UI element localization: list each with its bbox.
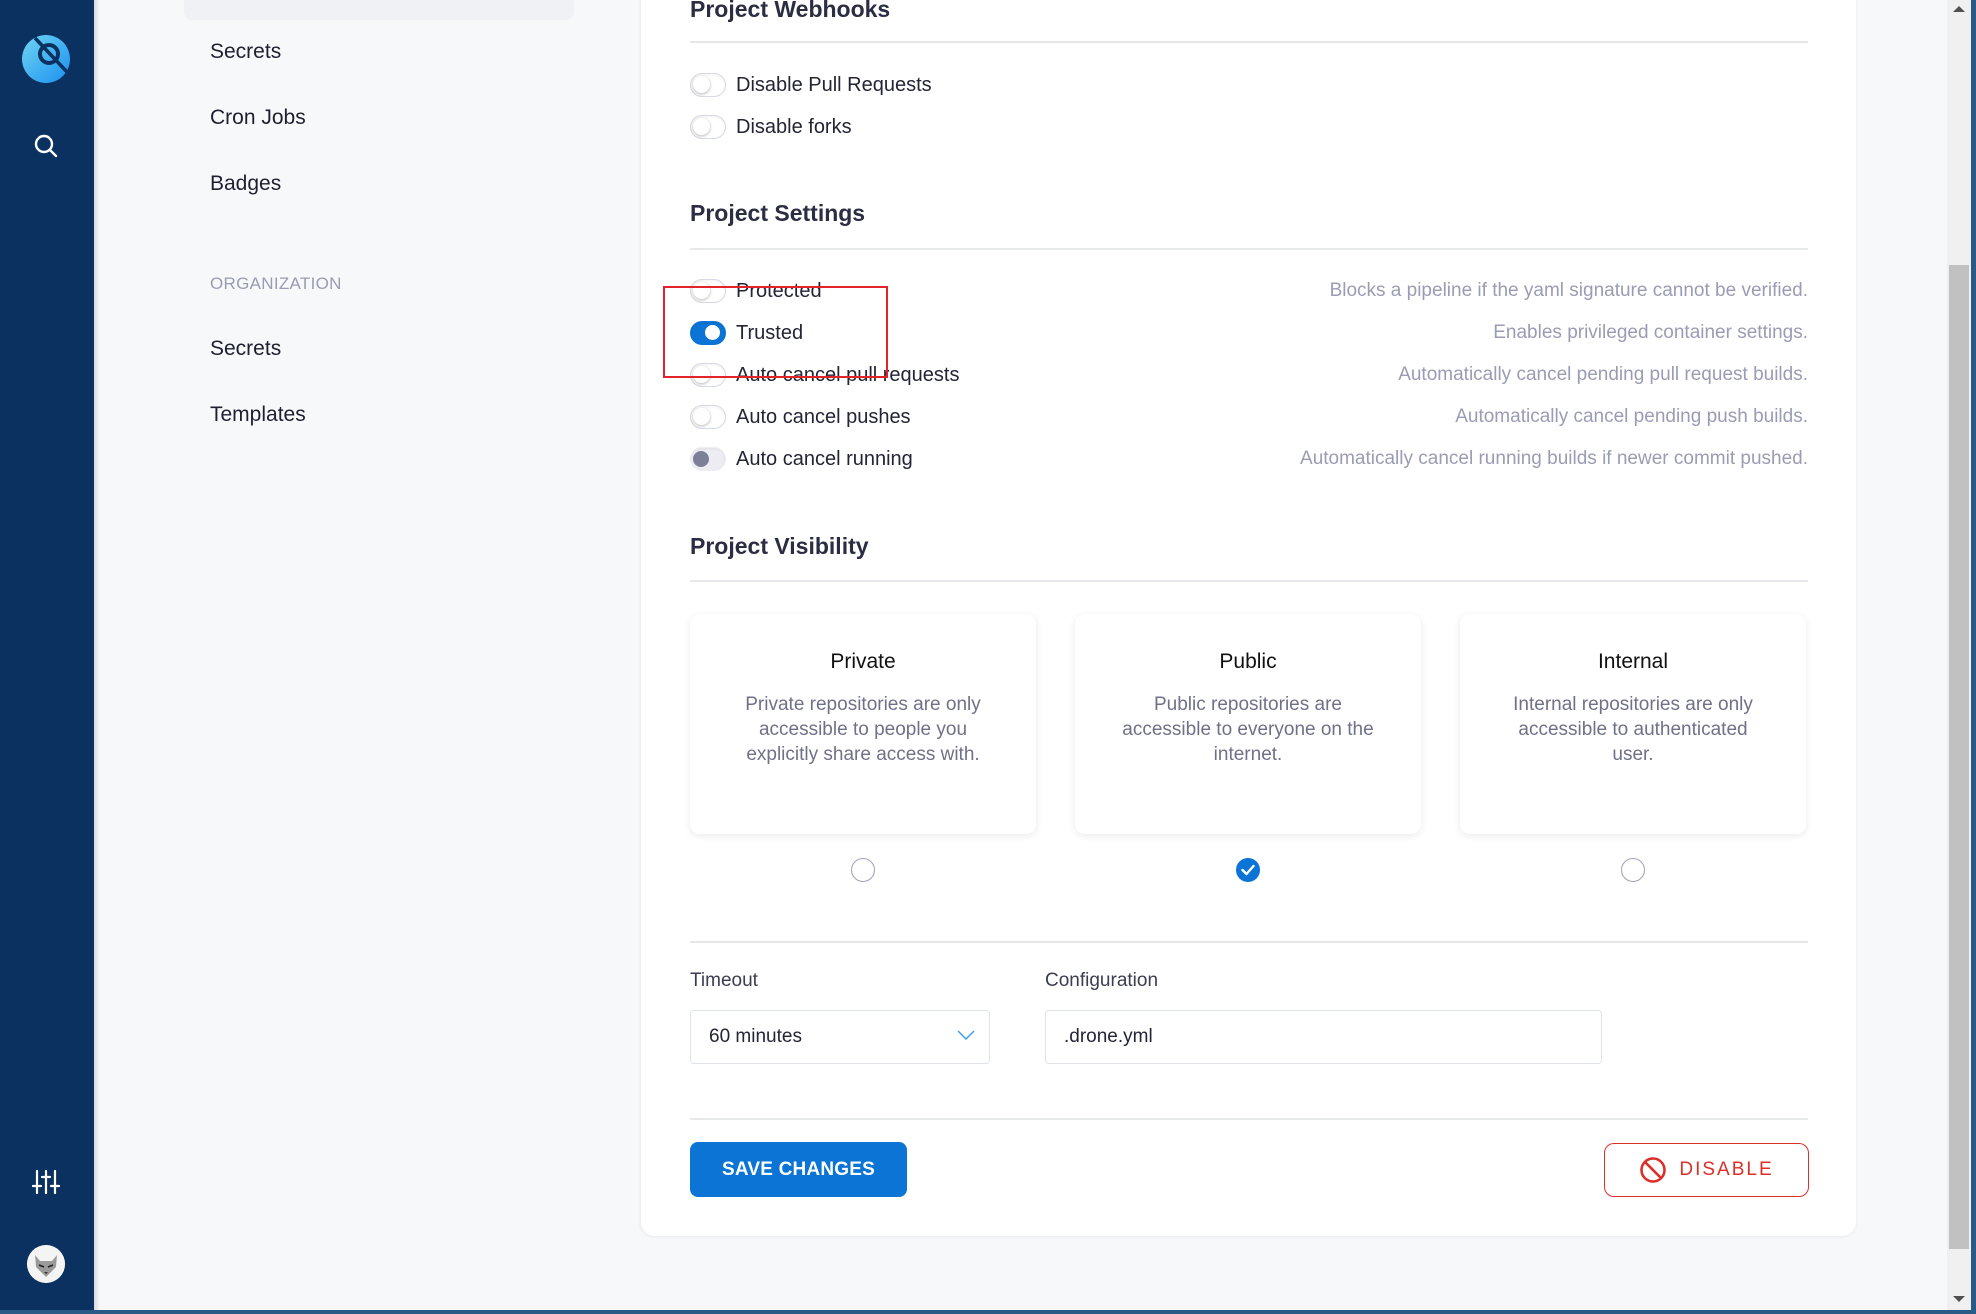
toggle-row-disable-forks: Disable forks: [690, 111, 1808, 143]
toggle-description: Enables privileged container settings.: [1493, 322, 1808, 343]
window-border: [1971, 0, 1976, 1314]
webhooks-heading: Project Webhooks: [690, 0, 891, 22]
timeout-label: Timeout: [690, 970, 758, 991]
toggle-description: Automatically cancel pending push builds…: [1455, 406, 1808, 427]
toggle-description: Automatically cancel pending pull reques…: [1398, 364, 1808, 385]
visibility-card-internal[interactable]: Internal Internal repositories are only …: [1460, 614, 1806, 834]
chevron-down-icon: [957, 1030, 975, 1040]
visibility-card-private[interactable]: Private Private repositories are only ac…: [690, 614, 1036, 834]
toggle-label: Disable forks: [736, 115, 852, 138]
user-avatar[interactable]: [27, 1245, 65, 1283]
auto-cancel-running-toggle[interactable]: [690, 447, 726, 471]
configuration-input[interactable]: .drone.yml: [1045, 1010, 1602, 1064]
visibility-radio-public[interactable]: [1236, 858, 1260, 882]
window-border: [0, 1310, 1976, 1314]
visibility-card-public[interactable]: Public Public repositories are accessibl…: [1075, 614, 1421, 834]
configuration-label: Configuration: [1045, 970, 1159, 991]
timeout-value: 60 minutes: [709, 1026, 802, 1047]
save-changes-button[interactable]: SAVE CHANGES: [690, 1142, 907, 1197]
toggle-label: Auto cancel pull requests: [736, 363, 960, 386]
block-icon: [1640, 1157, 1667, 1183]
protected-toggle[interactable]: [690, 279, 726, 303]
toggle-row-auto-cancel-pull-requests: Auto cancel pull requests Automatically …: [690, 359, 1808, 391]
toggle-label: Trusted: [736, 321, 804, 344]
toggle-label: Disable Pull Requests: [736, 73, 932, 96]
scrollbar-thumb[interactable]: [1949, 265, 1969, 1249]
toggle-label: Auto cancel pushes: [736, 405, 911, 428]
divider: [690, 41, 1808, 43]
toggle-row-auto-cancel-running: Auto cancel running Automatically cancel…: [690, 443, 1808, 475]
visibility-description: Public repositories are accessible to ev…: [1122, 694, 1374, 765]
sliders-icon[interactable]: [31, 1168, 61, 1196]
vertical-scrollbar[interactable]: [1947, 0, 1971, 1310]
sidebar-active-item[interactable]: [184, 0, 574, 20]
visibility-heading: Project Visibility: [690, 533, 869, 559]
divider: [690, 580, 1808, 582]
sidebar-item-templates[interactable]: Templates: [210, 403, 306, 427]
visibility-title: Private: [830, 650, 896, 673]
toggle-row-protected: Protected Blocks a pipeline if the yaml …: [690, 275, 1808, 307]
sidebar-item-cron-jobs[interactable]: Cron Jobs: [210, 106, 306, 130]
checkmark-icon: [1241, 864, 1255, 876]
toggle-label: Auto cancel running: [736, 447, 913, 470]
disable-label: DISABLE: [1679, 1159, 1774, 1180]
search-icon[interactable]: [33, 133, 59, 159]
settings-heading: Project Settings: [690, 200, 866, 226]
visibility-title: Internal: [1597, 650, 1669, 673]
visibility-description: Private repositories are only accessible…: [745, 694, 981, 765]
settings-sidebar: Secrets Cron Jobs Badges ORGANIZATION Se…: [94, 0, 640, 1314]
visibility-description: Internal repositories are only accessibl…: [1513, 694, 1753, 765]
configuration-value: .drone.yml: [1064, 1026, 1153, 1047]
disable-button[interactable]: DISABLE: [1604, 1143, 1809, 1197]
sidebar-item-secrets[interactable]: Secrets: [210, 40, 281, 64]
scroll-down-arrow-icon[interactable]: [1953, 1296, 1965, 1302]
trusted-toggle[interactable]: [690, 321, 726, 345]
divider: [690, 941, 1808, 943]
toggle-label: Protected: [736, 279, 822, 302]
drone-logo-icon[interactable]: [21, 34, 71, 84]
timeout-select[interactable]: 60 minutes: [690, 1010, 990, 1064]
toggle-row-disable-pull-requests: Disable Pull Requests: [690, 69, 1808, 101]
disable-pull-requests-toggle[interactable]: [690, 73, 726, 97]
visibility-radio-private[interactable]: [851, 858, 875, 882]
visibility-title: Public: [1219, 650, 1277, 673]
auto-cancel-pull-requests-toggle[interactable]: [690, 363, 726, 387]
sidebar-item-badges[interactable]: Badges: [210, 172, 281, 196]
visibility-radio-internal[interactable]: [1621, 858, 1645, 882]
disable-forks-toggle[interactable]: [690, 115, 726, 139]
divider: [690, 1118, 1808, 1120]
toggle-row-auto-cancel-pushes: Auto cancel pushes Automatically cancel …: [690, 401, 1808, 433]
sidebar-item-org-secrets[interactable]: Secrets: [210, 337, 281, 361]
sidebar-section-organization: ORGANIZATION: [210, 274, 342, 293]
scroll-up-arrow-icon[interactable]: [1953, 6, 1965, 12]
toggle-description: Blocks a pipeline if the yaml signature …: [1329, 280, 1808, 301]
toggle-row-trusted: Trusted Enables privileged container set…: [690, 317, 1808, 349]
toggle-description: Automatically cancel running builds if n…: [1300, 448, 1808, 469]
auto-cancel-pushes-toggle[interactable]: [690, 405, 726, 429]
primary-nav: [0, 0, 94, 1314]
divider: [690, 248, 1808, 250]
